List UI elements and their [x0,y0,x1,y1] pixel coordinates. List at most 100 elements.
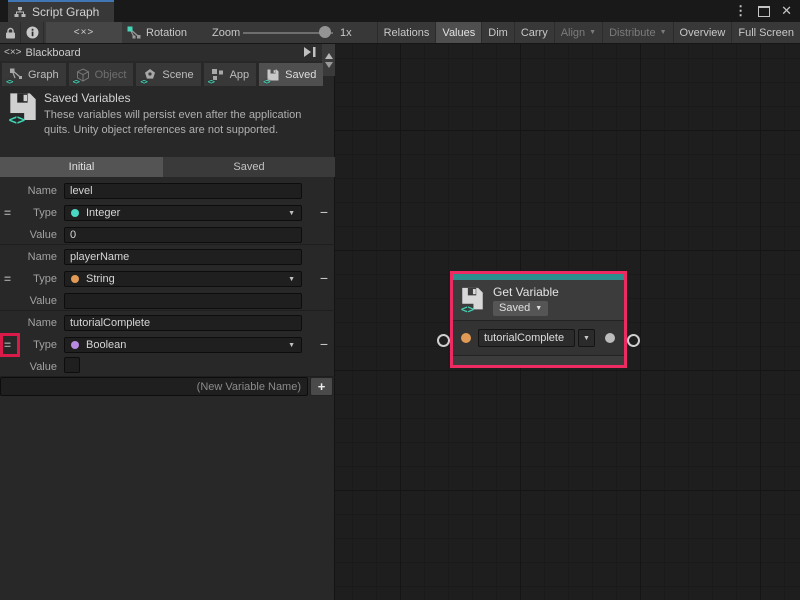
graph-tab-icon: <> [9,68,23,82]
tab-app[interactable]: <> App [204,63,257,86]
node-title: Get Variable [493,285,559,299]
svg-text:<>: <> [9,113,26,126]
saved-tab-icon: <> [266,68,280,82]
script-graph-icon [14,6,26,18]
zoom-slider-handle[interactable] [319,26,331,38]
panel-toggle-icon[interactable] [303,46,317,58]
window-menu-icon[interactable]: ⋮ [734,3,747,19]
variable-list: Name Type = Integer ▼ − Value Name [0,179,335,377]
chevron-down-icon: ▼ [660,29,667,36]
get-variable-node[interactable]: <> Get Variable Saved ▼ tutorialComplete… [450,271,627,368]
tab-title: Script Graph [32,5,99,19]
fullscreen-button[interactable]: Full Screen [731,22,800,43]
blackboard-tabs: <> Graph <> Object <> Scene [0,61,335,88]
type-dropdown[interactable]: Integer ▼ [64,205,302,221]
saved-variables-icon: <> [8,92,38,126]
node-header[interactable]: <> Get Variable Saved ▼ [453,280,624,320]
type-dropdown[interactable]: Boolean ▼ [64,337,302,353]
close-icon[interactable]: ✕ [781,3,792,19]
tab-saved-scope[interactable]: Saved [163,157,335,177]
info-icon [26,26,39,39]
scroll-up-icon[interactable] [325,53,333,59]
graph-reference-button[interactable]: <×> [46,22,122,43]
name-label: Name [0,317,64,329]
carry-button[interactable]: Carry [514,22,554,43]
tab-initial[interactable]: Initial [0,157,163,177]
info-description: These variables will persist even after … [44,108,330,138]
chevron-down-icon: ▼ [589,29,596,36]
blackboard-header: <×> Blackboard [0,44,335,61]
chevron-down-icon: ▼ [288,342,295,349]
graph-canvas[interactable]: <> Get Variable Saved ▼ tutorialComplete… [335,44,800,600]
relations-button[interactable]: Relations [377,22,436,43]
variable-name-dropdown[interactable]: tutorialComplete [478,329,575,347]
tab-scene[interactable]: <> Scene [136,63,200,86]
object-tab-icon: <> [76,68,90,82]
remove-variable-button[interactable]: − [320,203,328,221]
output-port-circle[interactable] [627,334,640,347]
add-variable-button[interactable]: + [310,377,333,396]
info-button[interactable] [21,22,44,43]
title-bar: Script Graph ⋮ ✕ [0,0,800,22]
zoom-label: Zoom [212,22,240,43]
type-dropdown[interactable]: String ▼ [64,271,302,287]
app-tab-icon: <> [211,68,225,82]
rotation-toggle[interactable]: Rotation [127,22,187,43]
node-body: tutorialComplete ▼ [453,320,624,356]
tab-object[interactable]: <> Object [69,63,134,86]
chevron-down-icon: ▼ [288,276,295,283]
tab-script-graph[interactable]: Script Graph [8,0,114,22]
tab-saved[interactable]: <> Saved [259,63,323,86]
toolbar-right-group: Relations Values Dim Carry Align ▼ Distr… [377,22,800,43]
scope-dropdown[interactable]: Saved ▼ [493,301,548,316]
graph-toolbar: <×> Rotation Zoom 1x Relations Values Di… [0,22,800,44]
value-label: Value [0,295,64,307]
scene-tab-icon: <> [143,68,157,82]
blackboard-title: Blackboard [26,47,81,59]
window-controls: ⋮ ✕ [734,0,792,22]
saved-variables-info: <> Saved Variables These variables will … [0,88,335,157]
rotation-icon [127,26,141,39]
input-port-dot[interactable] [461,333,471,343]
variable-name-input[interactable] [64,315,302,331]
boolean-type-dot [71,341,79,349]
tab-graph[interactable]: <> Graph [2,63,66,86]
variable-dropdown-arrow[interactable]: ▼ [578,329,595,347]
remove-variable-button[interactable]: − [320,335,328,353]
node-footer [453,356,624,365]
variable-row-playerName: Name Type = String ▼ − Value [0,245,335,311]
variable-row-tutorialComplete: Name Type = Boolean ▼ − Value [0,311,335,377]
input-port-circle[interactable] [437,334,450,347]
remove-variable-button[interactable]: − [320,269,328,287]
variable-name-input[interactable] [64,183,302,199]
distribute-dropdown[interactable]: Distribute ▼ [602,22,672,43]
drag-handle[interactable]: = [4,271,11,287]
variable-value-input[interactable] [64,227,302,243]
chevron-down-icon: ▼ [288,210,295,217]
rotation-label: Rotation [146,27,187,39]
value-label: Value [0,229,64,241]
values-button[interactable]: Values [435,22,481,43]
value-label: Value [0,361,64,373]
maximize-icon[interactable] [758,6,770,17]
saved-variable-icon: <> [460,287,485,314]
align-dropdown[interactable]: Align ▼ [554,22,602,43]
boolean-value-checkbox[interactable] [64,357,80,373]
drag-handle[interactable]: = [4,205,11,221]
info-title: Saved Variables [44,91,131,105]
name-label: Name [0,251,64,263]
name-label: Name [0,185,64,197]
blackboard-icon: <×> [4,47,22,58]
variable-name-input[interactable] [64,249,302,265]
drag-handle-highlighted[interactable]: = [4,337,11,353]
lock-button[interactable] [0,22,21,43]
new-variable-row: + [0,377,335,396]
overview-button[interactable]: Overview [673,22,732,43]
lock-icon [5,27,16,39]
zoom-value: 1x [340,22,352,43]
dim-button[interactable]: Dim [481,22,514,43]
output-port-dot[interactable] [605,333,615,343]
new-variable-input[interactable] [0,377,308,396]
svg-text:<>: <> [461,303,475,314]
variable-value-input[interactable] [64,293,302,309]
